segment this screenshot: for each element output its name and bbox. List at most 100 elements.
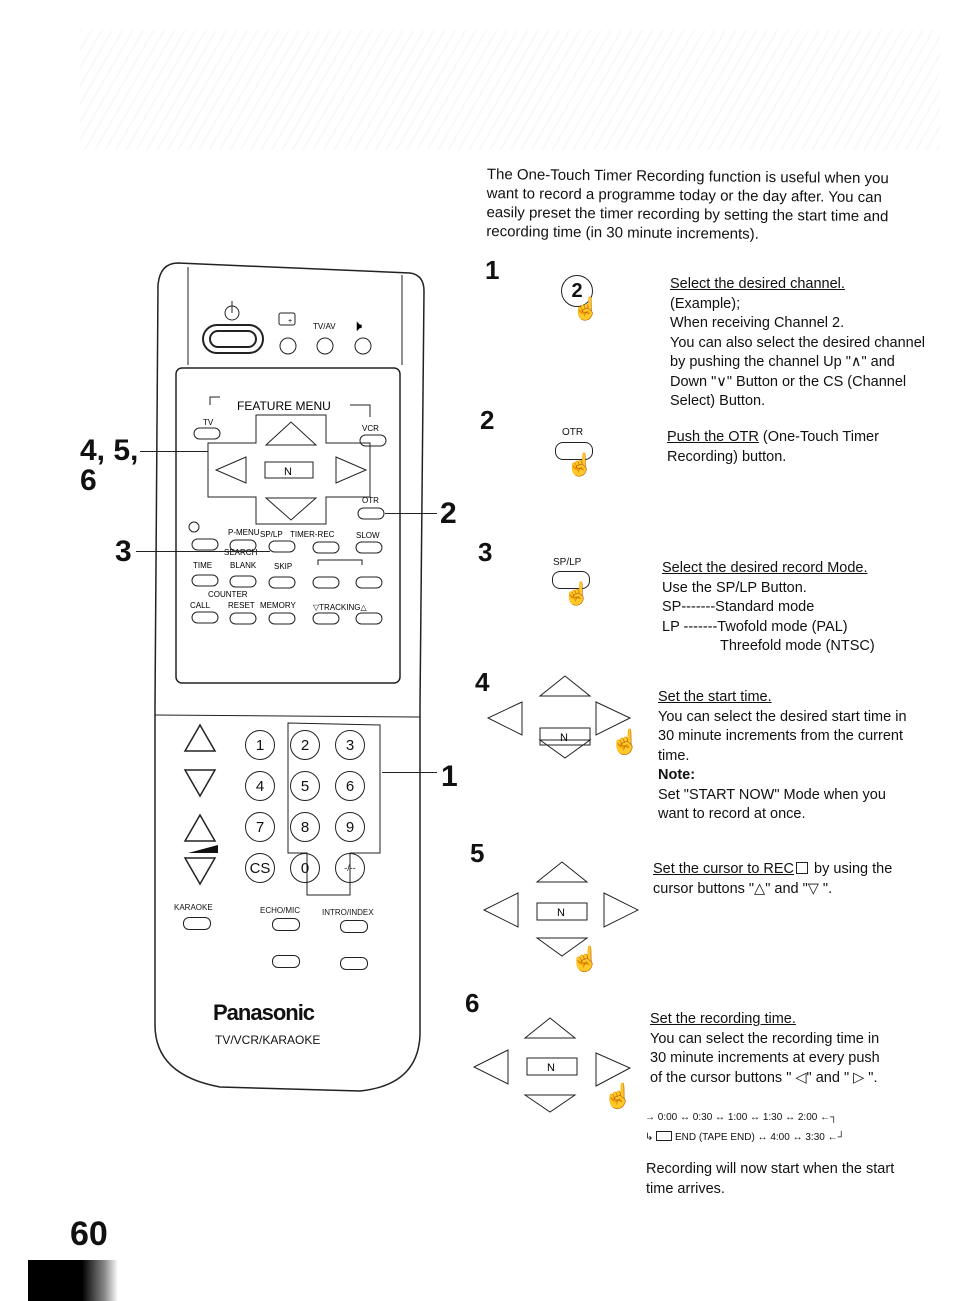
page-edge-bar	[28, 1260, 118, 1301]
key-3[interactable]: 3	[335, 730, 365, 760]
svg-text:CALL: CALL	[190, 601, 211, 610]
intro-index-button[interactable]	[340, 920, 368, 933]
svg-text:SKIP: SKIP	[274, 562, 292, 571]
key-8[interactable]: 8	[290, 812, 320, 842]
mute-icon: 🕨	[352, 318, 362, 335]
callout-2: 2	[440, 497, 457, 530]
feature-menu-label: FEATURE MENU	[237, 399, 331, 413]
svg-text:+: +	[288, 318, 292, 325]
timer-icon	[188, 521, 200, 533]
pointing-hand-icon: ☝	[572, 296, 600, 321]
power-button	[202, 301, 264, 354]
svg-text:OTR: OTR	[362, 496, 379, 505]
svg-text:VCR: VCR	[362, 424, 379, 433]
model-label: TV/VCR/KARAOKE	[215, 1033, 321, 1047]
tvav-label: TV/AV	[313, 322, 336, 331]
pointing-hand-icon: ☝	[563, 581, 591, 606]
step-1-number: 1	[485, 255, 500, 285]
right-arrow	[335, 456, 368, 484]
step-5-text: Set the cursor to REC by using the curso…	[653, 861, 893, 897]
step-4-cursor-pad: N	[486, 675, 632, 759]
keypad: 1 2 3 4 5 6 7 8 9 CS 0 -/--	[245, 730, 385, 883]
up-arrow	[264, 421, 318, 446]
svg-text:SEARCH: SEARCH	[224, 548, 258, 557]
step-6-number: 6	[465, 988, 480, 1018]
pointing-hand-icon: ☝	[566, 452, 594, 477]
karaoke-label: KARAOKE	[174, 903, 213, 912]
svg-text:N: N	[547, 1062, 555, 1074]
volume-up-button	[183, 813, 217, 842]
echo-plus-button[interactable]	[340, 957, 368, 970]
svg-text:P-MENU: P-MENU	[228, 528, 260, 537]
step-4-number: 4	[475, 667, 490, 697]
vcr-button	[359, 434, 387, 447]
step-3-text: Select the desired record Mode. Use the …	[662, 560, 875, 654]
step-2-text: Push the OTR (One-Touch Timer Recording)…	[667, 429, 879, 465]
pointing-hand-icon: ☝	[610, 729, 640, 756]
rec-icon	[796, 862, 809, 874]
callout-3: 3	[115, 535, 132, 568]
timeline-row-2: ↳ END (TAPE END) ↔ 4:00 ↔ 3:30 ←┘	[645, 1131, 845, 1143]
svg-text:SP/LP: SP/LP	[260, 530, 283, 539]
key-0[interactable]: 0	[290, 853, 320, 883]
mute-button	[354, 337, 372, 355]
display-button	[279, 337, 297, 355]
echo-mic-button[interactable]	[272, 918, 300, 931]
key-dash[interactable]: -/--	[335, 853, 365, 883]
scan-noise	[80, 30, 940, 150]
callout-line-3	[136, 551, 270, 552]
channel-up-button	[183, 723, 217, 752]
step-6-text: Set the recording time. You can select t…	[650, 1011, 880, 1086]
page-number: 60	[70, 1215, 108, 1253]
step-3-number: 3	[478, 537, 493, 567]
svg-text:TIMER-REC: TIMER-REC	[290, 530, 335, 539]
echo-minus-button[interactable]	[272, 955, 300, 968]
svg-text:BLANK: BLANK	[230, 561, 257, 570]
callout-1: 1	[441, 760, 458, 793]
key-5[interactable]: 5	[290, 771, 320, 801]
svg-text:N: N	[284, 466, 292, 478]
step-1-text: Select the desired channel. (Example); W…	[670, 276, 926, 409]
channel-down-button	[183, 769, 217, 798]
key-2[interactable]: 2	[290, 730, 320, 760]
key-7[interactable]: 7	[245, 812, 275, 842]
callout-line-456	[140, 451, 208, 452]
otr-label: OTR	[562, 427, 584, 438]
pointing-hand-icon: ☝	[603, 1083, 633, 1110]
karaoke-button[interactable]	[183, 917, 211, 930]
tvav-button	[316, 337, 334, 355]
brand-logo: Panasonic	[213, 1000, 315, 1025]
callout-line-2	[385, 513, 437, 514]
remote-control-illustration: + TV/AV 🕨 FEATURE MENU TV VCR N OTR P-ME…	[154, 262, 425, 1092]
key-4[interactable]: 4	[245, 771, 275, 801]
intro-paragraph: The One-Touch Timer Recording function i…	[486, 165, 889, 243]
step-5-number: 5	[470, 838, 485, 868]
key-9[interactable]: 9	[335, 812, 365, 842]
step-5-cursor-pad: N	[482, 861, 640, 957]
step-2-number: 2	[480, 405, 495, 435]
callout-line-1	[382, 772, 437, 773]
channel-plus-icon	[278, 312, 296, 326]
recording-time-cycle: → 0:00 ↔ 0:30 ↔ 1:00 ↔ 1:30 ↔ 2:00 ←┐ ↳ …	[645, 1108, 905, 1148]
callout-4-5-6: 4, 5, 6	[80, 434, 139, 497]
step-6-footer: Recording will now start when the start …	[646, 1161, 895, 1197]
key-6[interactable]: 6	[335, 771, 365, 801]
svg-text:TIME: TIME	[193, 561, 212, 570]
key-cs[interactable]: CS	[245, 853, 275, 883]
tape-icon	[656, 1131, 673, 1141]
svg-text:RESET: RESET	[228, 601, 255, 610]
splp-button	[268, 540, 296, 553]
step-4-text: Set the start time. You can select the d…	[658, 689, 907, 822]
left-arrow	[214, 456, 247, 484]
volume-down-button	[183, 857, 217, 886]
svg-text:N: N	[560, 732, 568, 744]
timeline-row-1: → 0:00 ↔ 0:30 ↔ 1:00 ↔ 1:30 ↔ 2:00 ←┐	[645, 1112, 838, 1123]
svg-text:N: N	[557, 907, 565, 919]
echo-mic-label: ECHO/MIC	[260, 906, 300, 915]
otr-button	[357, 507, 385, 520]
down-arrow	[264, 497, 318, 521]
pointing-hand-icon: ☝	[570, 946, 600, 973]
svg-text:MEMORY: MEMORY	[260, 601, 297, 610]
tv-button	[193, 427, 221, 440]
key-1[interactable]: 1	[245, 730, 275, 760]
